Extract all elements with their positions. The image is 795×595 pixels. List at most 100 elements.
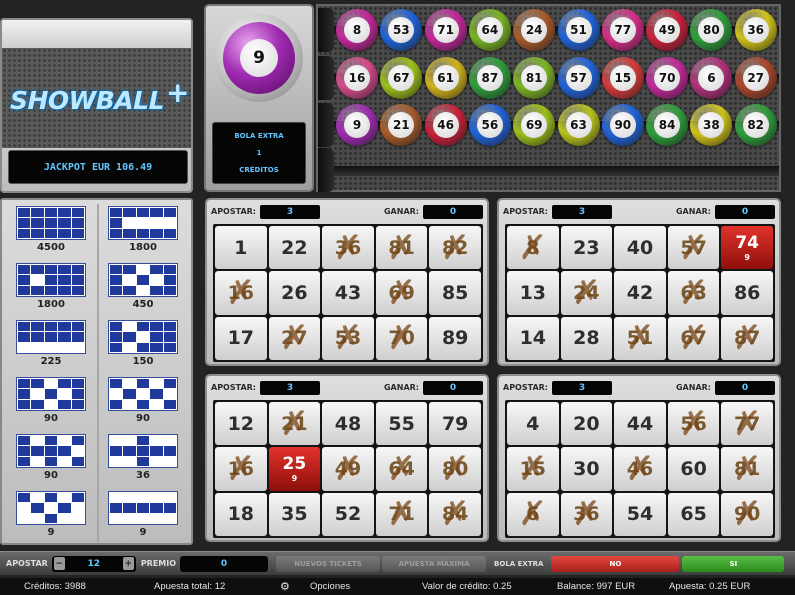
game-logo: SHOWBALL: [10, 86, 165, 115]
card-win-label: GANAR:: [383, 383, 419, 392]
card-cell-number: 16: [227, 457, 255, 480]
card-cell-number: 30: [573, 457, 600, 480]
prize-pattern: 4500: [16, 206, 86, 253]
drawn-ball: 81: [513, 57, 556, 99]
card-cell-number: 87: [733, 327, 761, 350]
drawn-ball-number: 82: [742, 112, 769, 138]
drawn-ball-number: 15: [609, 65, 636, 91]
card-cell: 60: [667, 447, 720, 491]
drawn-ball: 84: [646, 104, 689, 146]
drawn-ball: 16: [336, 57, 378, 99]
card-cell-number: 65: [680, 503, 707, 526]
card-header: APOSTAR: 3 GANAR: 0: [503, 203, 775, 220]
card-cell-number: 46: [626, 457, 654, 480]
card-cell-number: 13: [519, 281, 547, 304]
max-bet-button[interactable]: APUESTA MÁXIMA: [382, 555, 487, 572]
drawn-ball: 36: [734, 9, 777, 51]
prize-pattern-grid: [108, 320, 178, 354]
drawn-ball-number: 8: [344, 17, 370, 43]
card-cell-marked: 63 ✗: [667, 271, 720, 315]
card-cell: 43: [322, 271, 374, 315]
bingo-card-2[interactable]: APOSTAR: 3 GANAR: 0 8 ✗ 23 40 57 ✗ 74 9 13 24 ✗ 42 63 ✗ 86…: [497, 198, 781, 366]
options-link[interactable]: Opciones: [310, 581, 350, 592]
card-number-grid: 4 20 44 56 ✗ 77 ✗ 15 ✗ 30 46 ✗ 60 81 ✗ 6 ✗ 36 ✗ 54 65 90 ✗: [505, 400, 775, 538]
card-cell-almost: 25 9: [268, 447, 321, 491]
extra-ball-yes-button[interactable]: SI: [682, 555, 785, 572]
card-win-label: GANAR:: [675, 383, 711, 392]
card-win-value: 0: [715, 380, 775, 395]
card-cell-number: 18: [227, 503, 255, 526]
prize-pattern: 90: [16, 434, 86, 481]
card-bet-value: 3: [260, 380, 321, 395]
card-cell-marked: 56 ✗: [667, 402, 720, 446]
card-cell-number: 6: [526, 503, 540, 526]
drawn-ball: 80: [690, 9, 733, 51]
prize-value: 0: [180, 555, 269, 572]
card-cell-number: 12: [227, 412, 255, 435]
card-cell-needed-ball: 9: [291, 474, 298, 484]
card-cell-number: 16: [227, 281, 255, 304]
prize-value: 4500: [37, 242, 65, 253]
card-cell-number: 70: [388, 327, 415, 350]
prize-pattern: 450: [108, 263, 178, 310]
card-cell-number: 4: [526, 412, 540, 435]
card-cell: 40: [614, 226, 666, 270]
card-cell: 20: [560, 402, 613, 446]
prize-pattern: 1800: [108, 206, 178, 253]
game-logo-plus: +: [166, 76, 190, 109]
card-cell-marked: 84 ✗: [429, 492, 481, 536]
bingo-card-3[interactable]: APOSTAR: 3 GANAR: 0 12 21 ✗ 48 55 79 16 ✗ 25 9 49 ✗ 64 ✗ 8…: [205, 374, 489, 542]
drawn-ball-number: 81: [521, 65, 548, 91]
prize-pattern-grid: [108, 434, 178, 468]
card-cell-marked: 16 ✗: [215, 271, 267, 315]
drawn-ball: 9: [336, 104, 378, 146]
card-cell-number: 55: [388, 412, 415, 435]
bingo-card-1[interactable]: APOSTAR: 3 GANAR: 0 1 22 36 ✗ 81 ✗ 82 ✗ 16 ✗ 26 43 69 ✗ 85…: [205, 198, 489, 366]
bet-stepper: − 12 +: [51, 555, 136, 572]
credits-text: Créditos: 3988: [24, 581, 86, 592]
card-cell-number: 23: [573, 236, 600, 259]
card-cell-number: 8: [526, 236, 540, 259]
card-bet-label: APOSTAR:: [503, 383, 549, 392]
drawn-ball-number: 90: [609, 112, 636, 138]
card-cell-marked: 81 ✗: [721, 447, 773, 491]
extra-ball-title: BOLA EXTRA: [234, 132, 284, 140]
new-tickets-button[interactable]: NUEVOS TICKETS: [276, 555, 381, 572]
bet-decrease-button[interactable]: −: [53, 557, 65, 570]
card-cell: 18: [215, 492, 267, 536]
prize-pattern-grid: [108, 206, 178, 240]
prize-value: 225: [40, 356, 62, 367]
prize-value: 9: [47, 527, 55, 538]
card-cell-number: 89: [441, 327, 469, 350]
drawn-ball-number: 51: [565, 17, 592, 43]
bet-increase-button[interactable]: +: [122, 557, 134, 570]
drawn-ball-number: 87: [476, 65, 503, 91]
drawn-ball-number: 61: [432, 65, 459, 91]
card-cell-marked: 69 ✗: [375, 271, 428, 315]
extra-ball-no-button[interactable]: NO: [551, 555, 680, 572]
logo-panel-header: [2, 20, 191, 48]
card-cell-marked: 49 ✗: [322, 447, 374, 491]
gear-icon[interactable]: ⚙: [280, 580, 290, 593]
card-cell-marked: 36 ✗: [560, 492, 613, 536]
card-cell-number: 74: [735, 233, 760, 254]
card-cell-number: 27: [281, 327, 308, 350]
card-cell: 35: [268, 492, 321, 536]
drawn-ball-number: 70: [654, 65, 681, 91]
drawn-ball: 63: [557, 104, 600, 146]
card-cell-number: 53: [334, 327, 362, 350]
card-cell-marked: 24 ✗: [560, 271, 613, 315]
card-cell-number: 22: [281, 236, 308, 259]
drawn-ball-number: 9: [344, 112, 370, 138]
card-cell: 14: [507, 316, 559, 360]
balance-text: Balance: 997 EUR: [557, 581, 636, 592]
drawn-ball-number: 63: [565, 112, 592, 138]
card-cell-number: 1: [234, 236, 248, 259]
drawn-ball: 21: [380, 104, 423, 146]
card-cell-number: 82: [441, 236, 469, 259]
bingo-card-4[interactable]: APOSTAR: 3 GANAR: 0 4 20 44 56 ✗ 77 ✗ 15 ✗ 30 46 ✗ 60 81 ✗…: [497, 374, 781, 542]
card-cell-number: 84: [441, 503, 469, 526]
card-header: APOSTAR: 3 GANAR: 0: [211, 379, 483, 396]
drawn-ball: 51: [557, 9, 600, 51]
card-cell-number: 57: [680, 236, 707, 259]
